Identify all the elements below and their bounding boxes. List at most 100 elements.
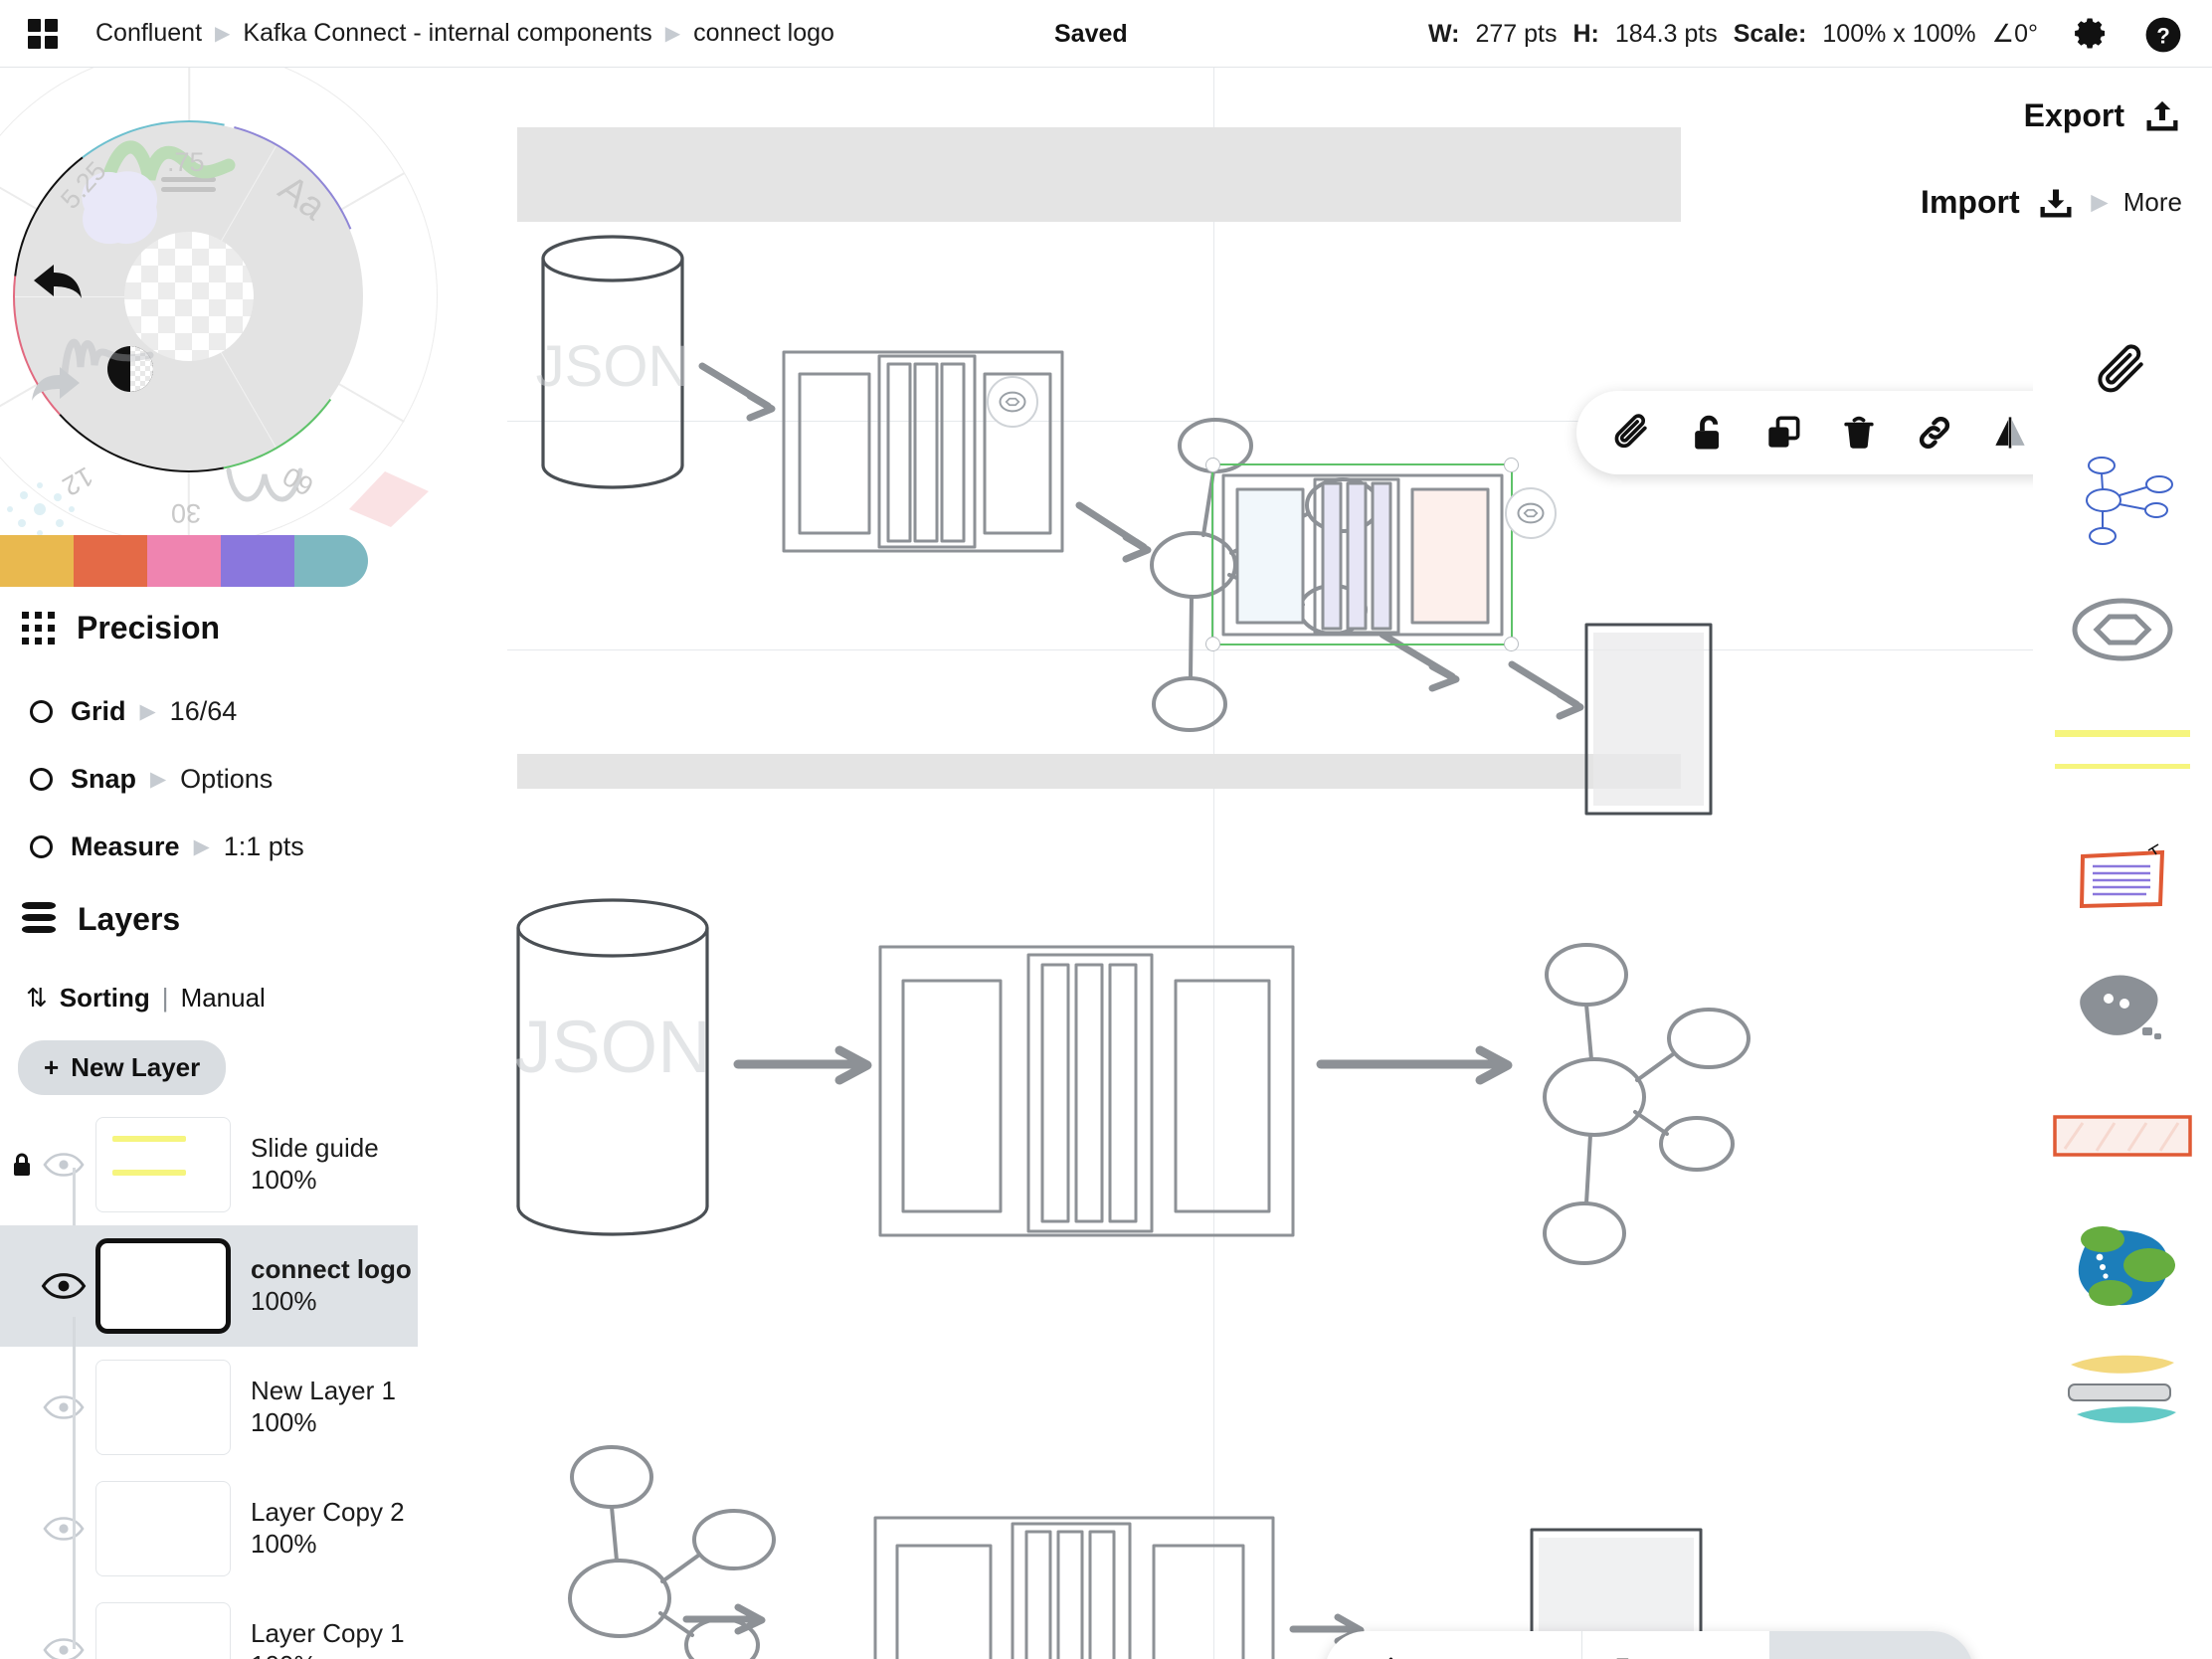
breadcrumb-item-drawing[interactable]: Kafka Connect - internal components xyxy=(243,19,651,48)
delete-button[interactable] xyxy=(1825,399,1893,466)
layer-row-layer-copy-2[interactable]: Layer Copy 2 100% xyxy=(0,1468,418,1589)
breadcrumb-item-layer[interactable]: connect logo xyxy=(693,19,834,48)
confluent-logo-object[interactable] xyxy=(2033,565,2212,694)
measure-value[interactable]: 1:1 pts xyxy=(224,831,304,862)
lock-icon[interactable] xyxy=(10,1151,38,1179)
layer-thumbnail[interactable] xyxy=(95,1602,231,1659)
visibility-toggle[interactable] xyxy=(38,1272,90,1300)
precision-row-measure[interactable]: Measure ▶ 1:1 pts xyxy=(30,831,304,862)
sorting-label: Sorting xyxy=(59,983,150,1013)
redo-arrow-icon[interactable] xyxy=(28,361,86,407)
wheel-label-0-75[interactable]: .75 xyxy=(167,147,205,178)
import-button[interactable]: Import ▶ More xyxy=(1921,182,2182,222)
layer-meta: New Layer 1 100% xyxy=(251,1376,396,1438)
layers-list[interactable]: Slide guide 100% connect logo 100% New L… xyxy=(0,1104,418,1659)
duplicate-button[interactable] xyxy=(1750,399,1817,466)
yellow-guide-lines-object[interactable] xyxy=(2033,694,2212,814)
layer-name[interactable]: connect logo xyxy=(251,1254,412,1286)
dots-grid-icon xyxy=(22,612,55,645)
help-icon[interactable]: ? xyxy=(2144,16,2182,54)
layer-opacity[interactable]: 100% xyxy=(251,1286,412,1318)
swatch-yellow[interactable] xyxy=(0,535,74,587)
transform-toolbar[interactable]: Rotate Off Scale Filters xyxy=(1325,1631,1973,1659)
toggle-ring-grid[interactable] xyxy=(30,700,53,723)
layer-thumbnail[interactable] xyxy=(95,1117,231,1212)
color-palette[interactable] xyxy=(0,535,368,587)
toggle-ring-measure[interactable] xyxy=(30,835,53,858)
confluent-logo-badge[interactable] xyxy=(987,376,1038,428)
layer-row-slide-guide[interactable]: Slide guide 100% xyxy=(0,1104,418,1225)
gear-icon[interactable] xyxy=(2071,16,2109,54)
precision-section-header[interactable]: Precision xyxy=(22,610,220,646)
swatch-orange[interactable] xyxy=(74,535,147,587)
tool-wheel[interactable]: 5.25 .75 Aa 60 30 12 xyxy=(0,68,497,555)
rocket-object[interactable] xyxy=(2033,943,2212,1072)
more-label[interactable]: More xyxy=(2123,187,2182,218)
precision-row-snap[interactable]: Snap ▶ Options xyxy=(30,764,273,795)
paperclip-object[interactable] xyxy=(2033,306,2212,436)
attach-button[interactable] xyxy=(1598,399,1666,466)
selection-bounding-box[interactable] xyxy=(1205,458,1519,651)
layer-sorting-control[interactable]: ⇅ Sorting | Manual xyxy=(26,983,266,1014)
sorting-value[interactable]: Manual xyxy=(181,983,266,1014)
layer-meta: Slide guide 100% xyxy=(251,1133,379,1196)
confluent-logo-badge[interactable] xyxy=(1505,487,1557,539)
note-card-object[interactable] xyxy=(2033,814,2212,943)
snap-value[interactable]: Options xyxy=(180,764,273,795)
layer-meta: Layer Copy 1 100% xyxy=(251,1618,405,1659)
visibility-toggle[interactable] xyxy=(38,1637,90,1659)
grid-menu-icon[interactable] xyxy=(28,18,58,49)
visibility-toggle[interactable] xyxy=(38,1152,90,1178)
layer-opacity[interactable]: 100% xyxy=(251,1650,405,1659)
grid-value[interactable]: 16/64 xyxy=(170,696,238,727)
connect-cluster-object[interactable] xyxy=(2033,436,2212,565)
highlighter-strokes-object[interactable] xyxy=(2033,1331,2212,1450)
layers-section-header[interactable]: Layers xyxy=(22,901,180,938)
flip-horizontal-button[interactable] xyxy=(1976,399,2033,466)
selection-handle-tr[interactable] xyxy=(1504,458,1519,472)
swatch-pink[interactable] xyxy=(147,535,221,587)
filters-button[interactable]: Filters xyxy=(1768,1631,1973,1659)
layer-thumbnail[interactable] xyxy=(95,1481,231,1576)
new-layer-button[interactable]: + New Layer xyxy=(18,1040,227,1095)
chevron-right-icon: ▶ xyxy=(150,768,167,791)
layer-connector xyxy=(73,1347,76,1468)
layer-opacity[interactable]: 100% xyxy=(251,1407,396,1439)
layer-row-new-layer-1[interactable]: New Layer 1 100% xyxy=(0,1347,418,1468)
layer-name[interactable]: Slide guide xyxy=(251,1133,379,1165)
scale-button[interactable]: Scale xyxy=(1582,1631,1769,1659)
link-button[interactable] xyxy=(1901,399,1968,466)
selection-handle-bl[interactable] xyxy=(1205,637,1220,651)
kafka-cluster-object[interactable] xyxy=(2033,1201,2212,1331)
layer-thumbnail[interactable] xyxy=(95,1360,231,1455)
rotate-toggle-button[interactable]: Rotate Off xyxy=(1325,1631,1581,1659)
drawing-canvas[interactable]: JSON JSON xyxy=(507,68,2033,1659)
layer-name[interactable]: Layer Copy 2 xyxy=(251,1497,405,1529)
undo-arrow-icon[interactable] xyxy=(28,259,86,304)
swatch-teal[interactable] xyxy=(294,535,368,587)
scale-value: 100% x 100% xyxy=(1822,19,1976,48)
selection-handle-tl[interactable] xyxy=(1205,458,1220,472)
object-toolbar[interactable] xyxy=(1576,391,2033,474)
layer-opacity[interactable]: 100% xyxy=(251,1165,379,1197)
layer-name[interactable]: Layer Copy 1 xyxy=(251,1618,405,1650)
layer-row-layer-copy-1[interactable]: Layer Copy 1 100% xyxy=(0,1589,418,1659)
breadcrumb-item-project[interactable]: Confluent xyxy=(95,19,202,48)
layer-opacity[interactable]: 100% xyxy=(251,1529,405,1561)
precision-row-grid[interactable]: Grid ▶ 16/64 xyxy=(30,696,237,727)
layer-name[interactable]: New Layer 1 xyxy=(251,1376,396,1407)
unlock-button[interactable] xyxy=(1674,399,1742,466)
swatch-purple[interactable] xyxy=(221,535,294,587)
layer-row-connect-logo[interactable]: connect logo 100% xyxy=(0,1225,418,1357)
visibility-toggle[interactable] xyxy=(38,1394,90,1420)
selection-handle-br[interactable] xyxy=(1504,637,1519,651)
object-library[interactable] xyxy=(2033,306,2212,1450)
sorting-divider: | xyxy=(161,983,169,1013)
wheel-label-30[interactable]: 30 xyxy=(171,497,201,528)
export-button[interactable]: Export xyxy=(2024,95,2182,135)
pink-banner-object[interactable] xyxy=(2033,1072,2212,1201)
eraser-preview xyxy=(349,471,429,527)
layer-thumbnail[interactable] xyxy=(95,1238,231,1334)
toggle-ring-snap[interactable] xyxy=(30,768,53,791)
visibility-toggle[interactable] xyxy=(38,1516,90,1542)
